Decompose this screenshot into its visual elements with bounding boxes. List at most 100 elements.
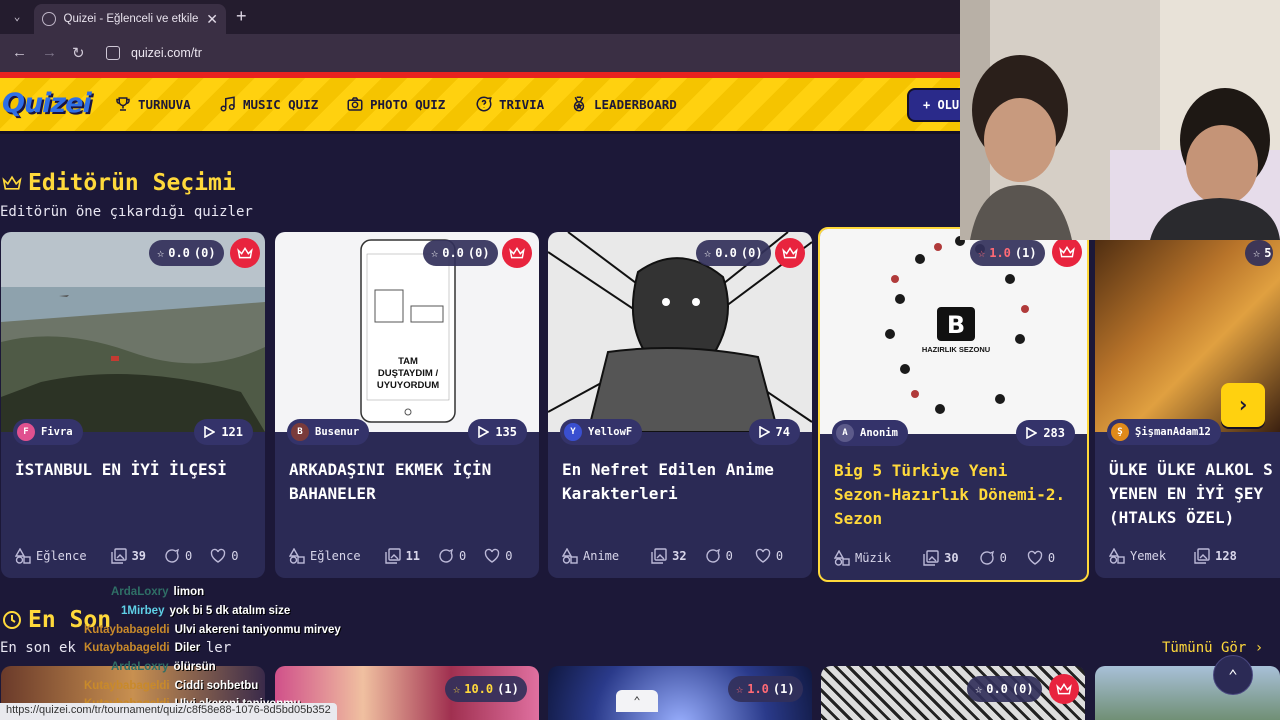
latest-quiz-card[interactable]: ☆ 1.0 (1) — [548, 666, 812, 720]
quiz-card[interactable]: ☆ 0.0 (0) F Fivra 121 İSTANBUL EN İYİ İL… — [1, 232, 265, 578]
like-count-value: 0 — [1047, 551, 1056, 565]
like-count[interactable]: 0 — [1027, 550, 1055, 566]
section-title-text: Editörün Seçimi — [28, 170, 236, 196]
rating-value: 0.0 — [986, 682, 1008, 696]
nav-trivia[interactable]: TRIVIA — [475, 95, 544, 113]
address-bar: ← → ↻ quizei.com/tr — [0, 34, 960, 72]
reload-icon[interactable]: ↻ — [72, 44, 85, 62]
author-chip[interactable]: B Busenur — [287, 419, 370, 445]
chat-message: Kutaybabageldi Diler — [84, 642, 200, 654]
close-tab-icon[interactable]: ✕ — [206, 11, 218, 28]
chat-username: ArdaLoxry — [111, 661, 169, 673]
nav-leaderboard[interactable]: LEADERBOARD — [570, 95, 677, 113]
like-count-value: 0 — [231, 549, 239, 563]
author-chip[interactable]: A Anonim — [832, 420, 908, 446]
play-icon — [204, 426, 216, 438]
rating-count: (1) — [772, 682, 795, 696]
rating-value: 1.0 — [747, 682, 769, 696]
comment-icon — [439, 548, 454, 563]
card-title[interactable]: ARKADAŞINI EKMEK İÇİN BAHANELER — [289, 458, 529, 506]
comment-count-value: 0 — [185, 549, 193, 563]
quiz-card[interactable]: ☆ 0.0 (0) Y YellowF 74 En Nefret Edilen … — [548, 232, 812, 578]
play-count: 74 — [748, 419, 800, 445]
quizei-logo[interactable]: Quizei — [2, 88, 92, 119]
card-title[interactable]: İSTANBUL EN İYİ İLÇESİ — [15, 458, 255, 482]
music-note-icon — [220, 96, 235, 112]
rating-count: (1) — [1014, 246, 1037, 260]
rating-count: (0) — [740, 246, 763, 260]
nav-music-quiz[interactable]: MUSIC QUIZ — [219, 95, 318, 113]
comment-count: 0 — [438, 548, 466, 564]
author-chip[interactable]: Ş ŞişmanAdam12 — [1107, 419, 1221, 445]
camera-icon — [347, 97, 363, 111]
like-count[interactable]: 0 — [755, 548, 783, 564]
chat-text: yok bi 5 dk atalım size — [169, 605, 291, 617]
author-chip[interactable]: F Fivra — [13, 419, 83, 445]
like-count-value: 0 — [505, 549, 513, 563]
see-all-link[interactable]: Tümünü Gör › — [1162, 640, 1263, 656]
play-count-value: 135 — [495, 425, 517, 439]
chat-text: Ulvi akereni taniyonmu mirvey — [174, 624, 341, 636]
rating-count: (0) — [1011, 682, 1034, 696]
quiz-card[interactable]: TAM DUŞTAYDIM / UYUYORDUM ☆ 0.0 (0) B Bu… — [275, 232, 539, 578]
url-field[interactable]: quizei.com/tr — [131, 46, 202, 60]
question-bubble-icon — [476, 96, 492, 112]
browser-tab[interactable]: Quizei - Eğlenceli ve etkileşimli ✕ — [34, 4, 226, 34]
images-icon — [923, 550, 939, 566]
like-count[interactable]: 0 — [210, 548, 239, 564]
back-arrow-icon[interactable]: ← — [12, 44, 27, 61]
status-bar-url: https://quizei.com/tr/tournament/quiz/c8… — [0, 703, 337, 720]
crown-icon — [230, 238, 260, 268]
question-count-value: 32 — [672, 549, 687, 563]
rating-value: 5 — [1264, 246, 1272, 260]
author-chip[interactable]: Y YellowF — [560, 419, 643, 445]
category: Anime — [562, 548, 619, 564]
subtitle-start: En son ek — [0, 640, 76, 656]
card-title[interactable]: En Nefret Edilen Anime Karakterleri — [562, 458, 802, 506]
chat-username: Kutaybabageldi — [84, 680, 170, 692]
category: Yemek — [1109, 548, 1166, 564]
star-icon: ☆ — [978, 246, 986, 260]
scroll-to-top-button[interactable]: ⌃ — [1213, 655, 1253, 695]
site-info-icon[interactable] — [106, 46, 120, 60]
images-icon — [110, 548, 127, 564]
category: Eğlence — [15, 548, 87, 564]
chat-text: ölürsün — [173, 661, 216, 673]
category-label: Eğlence — [36, 549, 87, 563]
author-name: Busenur — [315, 426, 360, 438]
question-count-value: 30 — [944, 551, 959, 565]
images-icon — [651, 548, 667, 564]
nav-turnuva[interactable]: TURNUVA — [114, 95, 191, 113]
browser-tab-bar: ⌄ Quizei - Eğlenceli ve etkileşimli ✕ + — [0, 0, 960, 34]
star-icon: ☆ — [975, 682, 983, 696]
comment-count: 0 — [979, 550, 1007, 566]
new-tab-plus-icon[interactable]: + — [236, 6, 247, 27]
nav-label: TRIVIA — [499, 96, 545, 112]
tab-list-chevron-icon[interactable]: ⌄ — [8, 8, 26, 26]
quiz-card-highlighted[interactable]: B HAZIRLIK SEZONU ☆ 1.0 (1) A Anonim 283… — [818, 227, 1089, 582]
shapes-icon — [15, 548, 31, 564]
category-label: Yemek — [1130, 549, 1167, 563]
nav-photo-quiz[interactable]: PHOTO QUIZ — [346, 95, 445, 113]
card-meta: Yemek 128 — [1109, 548, 1268, 564]
play-count: 135 — [468, 419, 527, 445]
chat-username: Kutaybabageldi — [84, 624, 170, 636]
heart-icon — [755, 548, 771, 563]
globe-icon — [42, 12, 56, 26]
collapse-chevron-icon[interactable]: ⌃ — [616, 690, 658, 712]
card-title[interactable]: ÜLKE ÜLKE ALKOL S YENEN EN İYİ ŞEY (HTAL… — [1109, 458, 1280, 530]
carousel-next-button[interactable]: › — [1221, 383, 1265, 427]
card-title[interactable]: Big 5 Türkiye Yeni Sezon-Hazırlık Dönemi… — [834, 459, 1074, 531]
tab-title: Quizei - Eğlenceli ve etkileşimli — [63, 13, 199, 25]
trophy-icon — [116, 97, 130, 111]
rating-count: (0) — [467, 246, 490, 260]
svg-text:B: B — [947, 311, 965, 339]
question-count: 32 — [651, 548, 687, 564]
card-meta: Müzik 30 0 0 — [834, 550, 1075, 566]
card-meta: Eğlence 11 0 0 — [289, 548, 527, 564]
forward-arrow-icon[interactable]: → — [42, 44, 57, 61]
like-count[interactable]: 0 — [484, 548, 513, 564]
latest-quiz-card[interactable]: ☆ 0.0 (0) — [821, 666, 1085, 720]
card-image-anime — [548, 232, 812, 432]
nav-label: TURNUVA — [138, 96, 191, 112]
